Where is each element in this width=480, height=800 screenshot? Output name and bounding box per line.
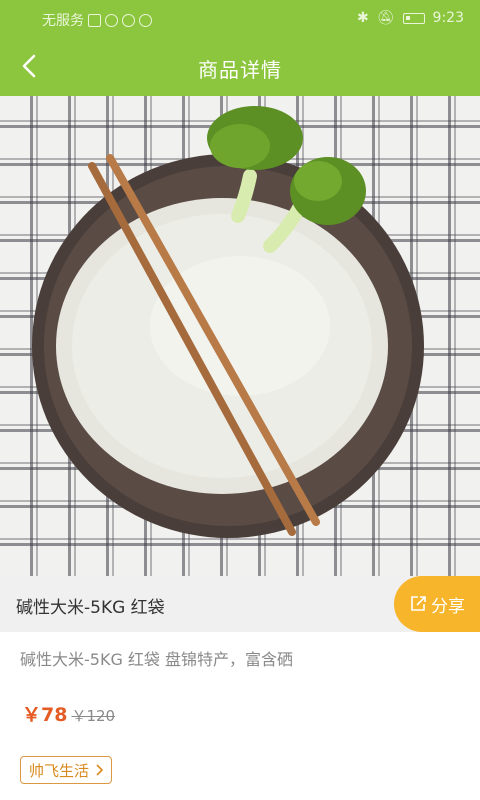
carrier-text: 无服务 (42, 13, 84, 29)
status-bar: 无服务 ✱ 🔕︎ 9:23 (0, 0, 480, 36)
product-image-carousel[interactable] (0, 96, 480, 576)
clock-text: 9:23 (432, 10, 464, 26)
tiktok-app-icon (139, 13, 152, 27)
shop-name: 帅飞生活 (29, 761, 90, 780)
price-row: ￥78 ￥120 (22, 700, 115, 727)
product-photo (32, 106, 424, 538)
battery-icon (402, 12, 425, 24)
product-description: 碱性大米-5KG 红袋 盘锦特产，富含硒 (20, 650, 294, 669)
wifi-icon (105, 13, 118, 27)
share-button[interactable]: 分享 (394, 576, 480, 632)
original-price: ￥120 (71, 707, 116, 725)
music-app-icon (122, 13, 135, 27)
page-title: 商品详情 (198, 58, 282, 82)
chevron-right-icon (96, 764, 104, 776)
share-label: 分享 (431, 596, 465, 617)
shop-link[interactable]: 帅飞生活 (20, 756, 113, 784)
nav-bar: 商品详情 (0, 36, 480, 96)
product-title: 碱性大米-5KG 红袋 (16, 598, 165, 618)
bluetooth-icon: ✱ (357, 10, 369, 26)
product-title-bar: 碱性大米-5KG 红袋 分享 (0, 576, 480, 632)
sim-icon (88, 13, 101, 27)
current-price: ￥78 (22, 704, 68, 726)
share-icon (411, 596, 426, 611)
mute-icon: 🔕︎ (376, 10, 395, 26)
